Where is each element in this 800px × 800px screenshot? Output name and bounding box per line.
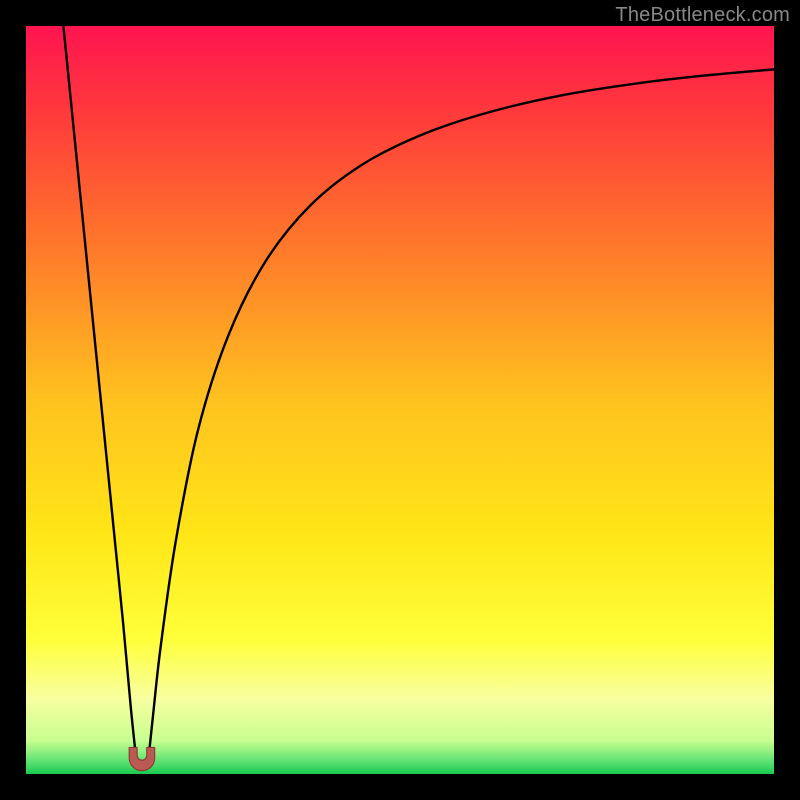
plot-area [26,26,774,774]
chart-frame: TheBottleneck.com [0,0,800,800]
bottleneck-curve-chart [26,26,774,774]
watermark-text: TheBottleneck.com [615,4,790,27]
gradient-background [26,26,774,774]
